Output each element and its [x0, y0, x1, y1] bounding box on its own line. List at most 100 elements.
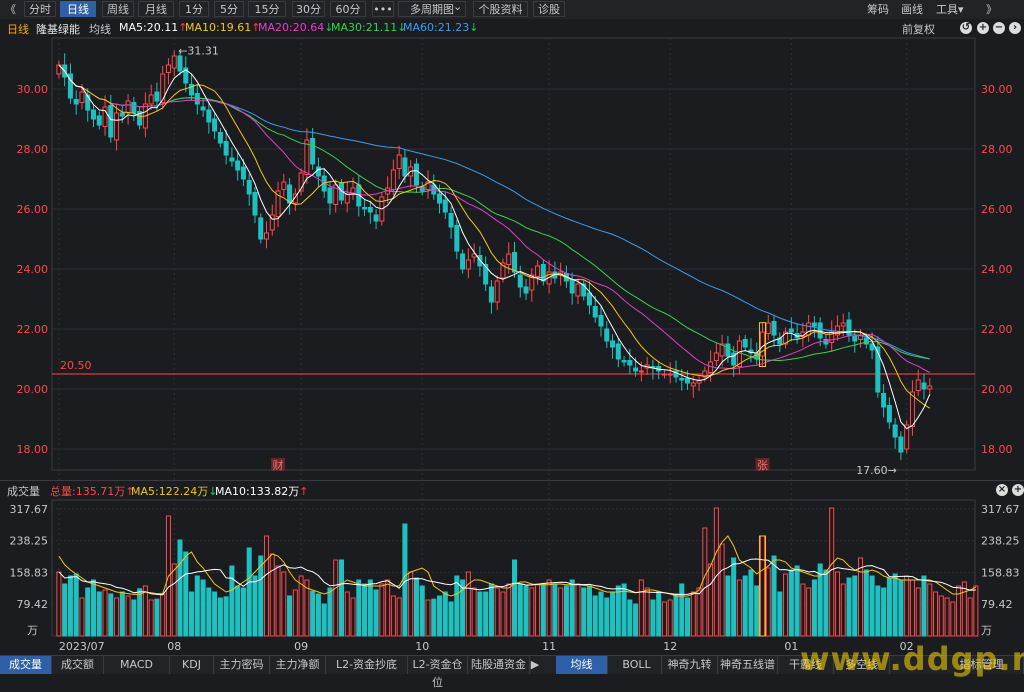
volume-bar	[696, 587, 702, 637]
volume-bar	[292, 589, 298, 637]
volume-bar	[748, 569, 754, 637]
period-low-label: 17.60→	[856, 464, 897, 477]
indicator-tab-2[interactable]: MACD	[104, 656, 170, 674]
candle-body	[229, 157, 235, 162]
scroll-right-icon[interactable]: ▶	[528, 656, 542, 674]
stock-chart[interactable]: 18.00 18.00 20.00 20.00 22.00 22.00 24.00 24.00…	[0, 0, 1024, 673]
volume-bar	[217, 597, 223, 637]
candle-body	[806, 322, 812, 336]
candle-body	[413, 163, 419, 186]
volume-bar	[465, 571, 471, 637]
volume-bar	[535, 583, 541, 637]
indicator-tab-5[interactable]: 主力净额	[270, 656, 326, 674]
volume-bar	[679, 583, 685, 637]
volume-bar	[575, 583, 581, 637]
candle-body	[148, 94, 154, 105]
volume-bar	[938, 595, 944, 637]
volume-bar	[736, 579, 742, 637]
event-marker-label: 张	[757, 459, 768, 472]
volume-bar	[206, 587, 212, 637]
candle-body	[177, 55, 183, 72]
volume-bar	[338, 559, 344, 637]
volume-bar	[690, 591, 696, 637]
volume-bar	[125, 595, 131, 637]
date-tick-label: 11	[542, 640, 556, 653]
volume-bar	[673, 593, 679, 637]
volume-bar	[73, 573, 79, 637]
indicator-tab-7[interactable]: L2-资金仓位	[408, 656, 468, 689]
indicator-tab-3[interactable]: KDJ	[170, 656, 214, 674]
volume-bar	[183, 551, 189, 637]
candle-body	[523, 286, 529, 294]
volume-bar	[246, 547, 252, 637]
candle-body	[494, 280, 500, 303]
candle-body	[852, 336, 858, 342]
candle-body	[310, 138, 316, 165]
volume-bar	[811, 579, 817, 637]
candle-body	[362, 207, 368, 210]
price-tick-label-right: 20.00	[981, 383, 1013, 396]
candle-body	[661, 373, 667, 376]
period-high-label: ←31.31	[178, 44, 219, 57]
candle-body	[892, 424, 898, 438]
indicator-tab-1[interactable]: 成交额	[52, 656, 104, 674]
volume-bar	[413, 577, 419, 637]
overlay-tab-2[interactable]: 神奇九转	[662, 656, 718, 674]
candle-body	[367, 207, 373, 213]
volume-bar	[604, 597, 610, 637]
volume-bar	[765, 567, 771, 637]
candle-body	[304, 139, 310, 175]
candle-body	[119, 112, 125, 117]
candle-body	[73, 99, 79, 105]
price-tick-label-left: 22.00	[17, 323, 49, 336]
volume-bar	[67, 575, 73, 637]
indicator-tab-4[interactable]: 主力密码	[214, 656, 270, 674]
volume-bar	[102, 589, 108, 637]
candle-body	[667, 373, 673, 376]
volume-bar	[114, 597, 120, 637]
volume-bar	[829, 507, 835, 637]
volume-bar	[402, 523, 408, 637]
volume-bar	[523, 585, 529, 637]
candle-body	[465, 259, 471, 270]
price-tick-label-right: 18.00	[981, 443, 1013, 456]
volume-bar	[315, 593, 321, 637]
candle-body	[679, 378, 685, 381]
overlay-tab-3[interactable]: 神奇五线谱	[718, 656, 778, 674]
candle-body	[875, 346, 881, 393]
overlay-tab-0[interactable]: 均线	[556, 656, 608, 674]
indicator-tab-0[interactable]: 成交量	[0, 656, 52, 674]
volume-bar	[823, 569, 829, 637]
volume-bar	[511, 559, 518, 637]
volume-bar	[598, 591, 604, 637]
candle-body	[535, 265, 541, 277]
candle-body	[246, 180, 252, 195]
candle-body	[483, 264, 489, 285]
volume-bar	[898, 579, 904, 637]
candle-body	[160, 73, 166, 103]
volume-bar	[967, 597, 973, 637]
candle-body	[165, 64, 171, 73]
volume-bar	[875, 585, 881, 637]
candle-body	[212, 118, 218, 132]
volume-bar	[569, 579, 575, 637]
volume-bar	[494, 587, 500, 637]
overlay-tab-1[interactable]: BOLL	[612, 656, 662, 674]
indicator-tab-6[interactable]: L2-资金抄底	[326, 656, 408, 674]
volume-bar	[194, 575, 200, 637]
volume-bar	[719, 543, 725, 637]
candle-body	[96, 115, 102, 126]
volume-bar	[627, 599, 633, 637]
volume-bar	[892, 573, 898, 637]
indicator-tab-8[interactable]: 陆股通资金	[468, 656, 530, 674]
candle-body	[448, 213, 454, 228]
volume-bar	[229, 565, 235, 637]
candle-body	[811, 322, 817, 327]
volume-bar	[863, 569, 869, 637]
volume-bar	[961, 581, 967, 637]
candle-body	[610, 340, 616, 348]
candle-body	[898, 436, 904, 453]
volume-bar	[586, 585, 592, 637]
volume-unit-left: 万	[27, 624, 38, 637]
candle-body	[442, 199, 448, 213]
